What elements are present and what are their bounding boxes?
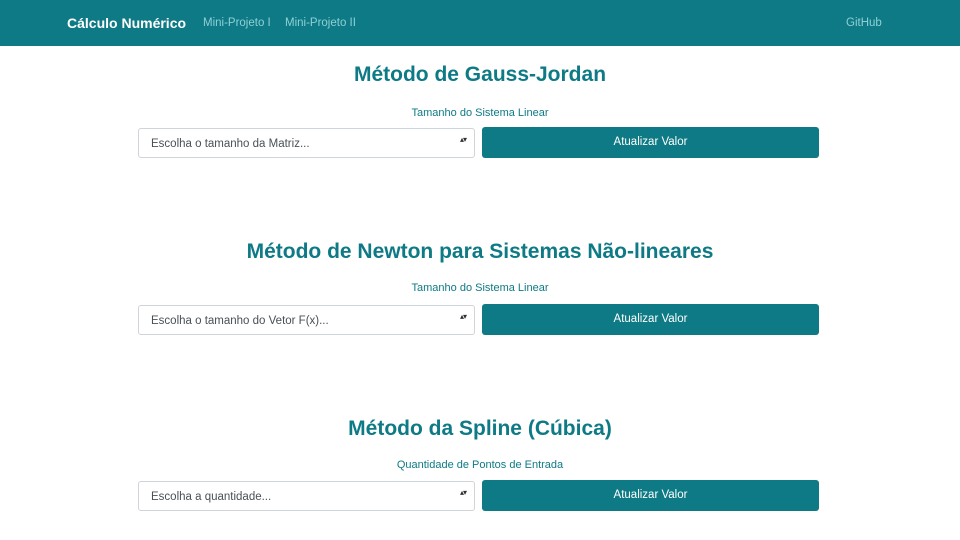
gauss-jordan-label: Tamanho do Sistema Linear: [411, 107, 549, 119]
spline-label: Quantidade de Pontos de Entrada: [396, 459, 564, 471]
spline-quantity-select[interactable]: Escolha a quantidade... ▴▾: [138, 481, 475, 511]
select-value: Escolha o tamanho do Vetor F(x)...: [151, 315, 329, 327]
nav-link-mini-projeto-1[interactable]: Mini-Projeto I: [203, 16, 271, 31]
newton-title: Método de Newton para Sistemas Não-linea…: [246, 240, 714, 263]
sort-icon: ▴▾: [459, 135, 467, 144]
newton-label: Tamanho do Sistema Linear: [411, 282, 549, 294]
spline-title: Método da Spline (Cúbica): [348, 417, 612, 440]
select-value: Escolha o tamanho da Matriz...: [151, 138, 310, 150]
gauss-jordan-size-select[interactable]: Escolha o tamanho da Matriz... ▴▾: [138, 128, 475, 158]
select-value: Escolha a quantidade...: [151, 491, 272, 503]
gauss-jordan-title: Método de Gauss-Jordan: [353, 63, 607, 86]
nav-link-github[interactable]: GitHub: [846, 16, 882, 31]
gauss-jordan-update-button[interactable]: Atualizar Valor: [482, 127, 819, 158]
sort-icon: ▴▾: [459, 488, 467, 497]
navbar: Cálculo Numérico Mini-Projeto I Mini-Pro…: [0, 0, 960, 46]
sort-icon: ▴▾: [459, 312, 467, 321]
spline-update-button[interactable]: Atualizar Valor: [482, 480, 819, 511]
newton-size-select[interactable]: Escolha o tamanho do Vetor F(x)... ▴▾: [138, 305, 475, 335]
nav-link-mini-projeto-2[interactable]: Mini-Projeto II: [285, 16, 356, 31]
brand-link[interactable]: Cálculo Numérico: [67, 15, 186, 32]
newton-update-button[interactable]: Atualizar Valor: [482, 304, 819, 335]
